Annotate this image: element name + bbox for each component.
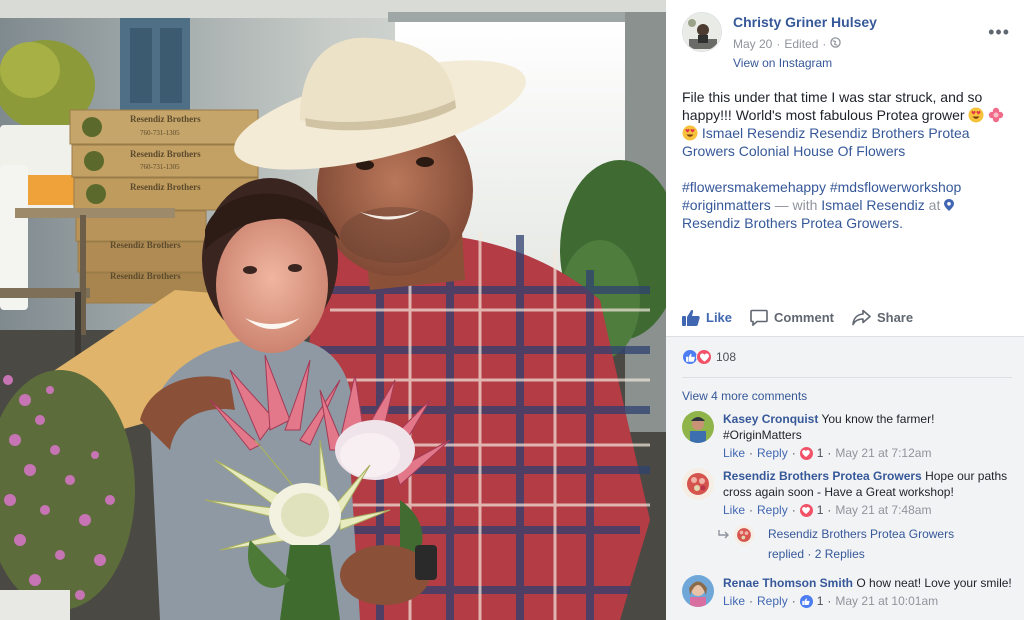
post-header: Christy Griner Hulsey May 20 · Edited · … xyxy=(682,12,1014,72)
comments-section: 108 View 4 more comments Kasey Cronquist… xyxy=(666,336,1024,620)
with-text: — with xyxy=(774,197,818,213)
comment-button[interactable]: Comment xyxy=(750,309,834,326)
post-text: File this under that time I was star str… xyxy=(682,89,983,123)
comment-reaction-count[interactable]: 1 xyxy=(817,593,824,609)
comment-label: Comment xyxy=(774,309,834,325)
view-more-comments-link[interactable]: View 4 more comments xyxy=(682,389,807,403)
comments-divider xyxy=(682,377,1012,378)
comment-date[interactable]: May 21 at 10:01am xyxy=(835,593,938,609)
post-sidebar: Christy Griner Hulsey May 20 · Edited · … xyxy=(666,0,1024,620)
svg-text:Resendiz Brothers: Resendiz Brothers xyxy=(130,182,201,192)
edited-label[interactable]: Edited xyxy=(784,37,818,51)
reaction-summary[interactable]: 108 xyxy=(682,349,736,365)
post-date[interactable]: May 20 xyxy=(733,37,772,51)
flower-emoji-icon xyxy=(988,107,1004,123)
thumbs-up-icon xyxy=(682,309,700,326)
post-body: File this under that time I was star str… xyxy=(682,88,1012,250)
comment-body: Resendiz Brothers Protea Growers Hope ou… xyxy=(723,468,1013,518)
commenter-avatar[interactable] xyxy=(682,411,714,443)
love-reaction-icon[interactable] xyxy=(799,503,813,517)
comment-reaction-count[interactable]: 1 xyxy=(817,502,824,518)
comment-body: Renae Thomson Smith O how neat! Love you… xyxy=(723,575,1013,609)
comment-like-link[interactable]: Like xyxy=(723,502,745,518)
svg-text:Resendiz Brothers: Resendiz Brothers xyxy=(110,271,181,281)
comment-reply-link[interactable]: Reply xyxy=(757,445,788,461)
post-actions: Like Comment Share xyxy=(682,300,1012,334)
place-link[interactable]: Resendiz Brothers Protea Growers. xyxy=(682,215,903,231)
comment-reply-link[interactable]: Reply xyxy=(757,593,788,609)
comment-meta: Like · Reply · 1 · May 21 at 7:12am xyxy=(723,445,932,461)
commenter-avatar[interactable] xyxy=(682,468,714,500)
love-reaction-icon[interactable] xyxy=(799,446,813,460)
love-reaction-icon xyxy=(696,349,712,365)
globe-icon[interactable] xyxy=(830,37,842,51)
post-meta: May 20 · Edited · xyxy=(733,37,842,51)
svg-text:760-731-1305: 760-731-1305 xyxy=(140,163,180,171)
like-label: Like xyxy=(706,309,733,325)
reply-author-link[interactable]: Resendiz Brothers Protea Growers xyxy=(768,527,954,541)
meta-separator: · xyxy=(822,37,827,51)
commenter-name-link[interactable]: Kasey Cronquist xyxy=(723,412,818,426)
photo-illustration: Resendiz Brothers 760-731-1305 Resendiz … xyxy=(0,0,666,620)
author-name-link[interactable]: Christy Griner Hulsey xyxy=(733,14,877,30)
like-button[interactable]: Like xyxy=(682,309,732,326)
like-reaction-icon[interactable] xyxy=(799,594,813,608)
comment-icon xyxy=(750,309,768,326)
svg-text:Resendiz Brothers: Resendiz Brothers xyxy=(130,149,201,159)
heart-eyes-emoji-icon xyxy=(968,107,984,123)
view-on-instagram-link[interactable]: View on Instagram xyxy=(733,56,832,70)
comment-reply-link[interactable]: Reply xyxy=(757,502,788,518)
comment-like-link[interactable]: Like xyxy=(723,593,745,609)
replies-count: 2 Replies xyxy=(814,547,865,561)
commenter-avatar[interactable] xyxy=(682,575,714,607)
svg-text:Resendiz Brothers: Resendiz Brothers xyxy=(110,240,181,250)
replied-label: replied xyxy=(768,547,805,561)
share-arrow-icon xyxy=(852,309,871,326)
more-options-icon[interactable]: ••• xyxy=(988,22,1010,43)
comment-text: O how neat! Love your smile! xyxy=(856,576,1012,590)
svg-text:760-731-1305: 760-731-1305 xyxy=(140,129,180,137)
comment-like-link[interactable]: Like xyxy=(723,445,745,461)
author-avatar[interactable] xyxy=(682,12,722,52)
heart-eyes-emoji-icon xyxy=(682,125,698,141)
location-pin-icon xyxy=(944,197,955,213)
reply-avatar xyxy=(734,525,754,545)
commenter-name-link[interactable]: Resendiz Brothers Protea Growers xyxy=(723,469,922,483)
commenter-name-link[interactable]: Renae Thomson Smith xyxy=(723,576,853,590)
with-person-link[interactable]: Ismael Resendiz xyxy=(821,197,925,213)
svg-text:Resendiz Brothers: Resendiz Brothers xyxy=(130,114,201,124)
reply-arrow-icon xyxy=(718,529,730,543)
share-label: Share xyxy=(876,309,914,325)
meta-separator: · xyxy=(776,37,781,51)
comment-meta: Like · Reply · 1 · May 21 at 7:48am xyxy=(723,502,932,518)
comment-body: Kasey Cronquist You know the farmer! #Or… xyxy=(723,411,1013,461)
comment-reaction-count[interactable]: 1 xyxy=(817,445,824,461)
post-photo[interactable]: Resendiz Brothers 760-731-1305 Resendiz … xyxy=(0,0,666,620)
share-button[interactable]: Share xyxy=(852,309,913,326)
tagged-names-links[interactable]: Ismael Resendiz Resendiz Brothers Protea… xyxy=(682,125,970,159)
comment-date[interactable]: May 21 at 7:12am xyxy=(835,445,931,461)
replies-count-link[interactable]: replied · 2 Replies xyxy=(768,547,865,561)
reaction-count[interactable]: 108 xyxy=(716,350,736,364)
comment-meta: Like · Reply · 1 · May 21 at 10:01am xyxy=(723,593,939,609)
comment-date[interactable]: May 21 at 7:48am xyxy=(835,502,931,518)
at-text: at xyxy=(928,197,941,213)
